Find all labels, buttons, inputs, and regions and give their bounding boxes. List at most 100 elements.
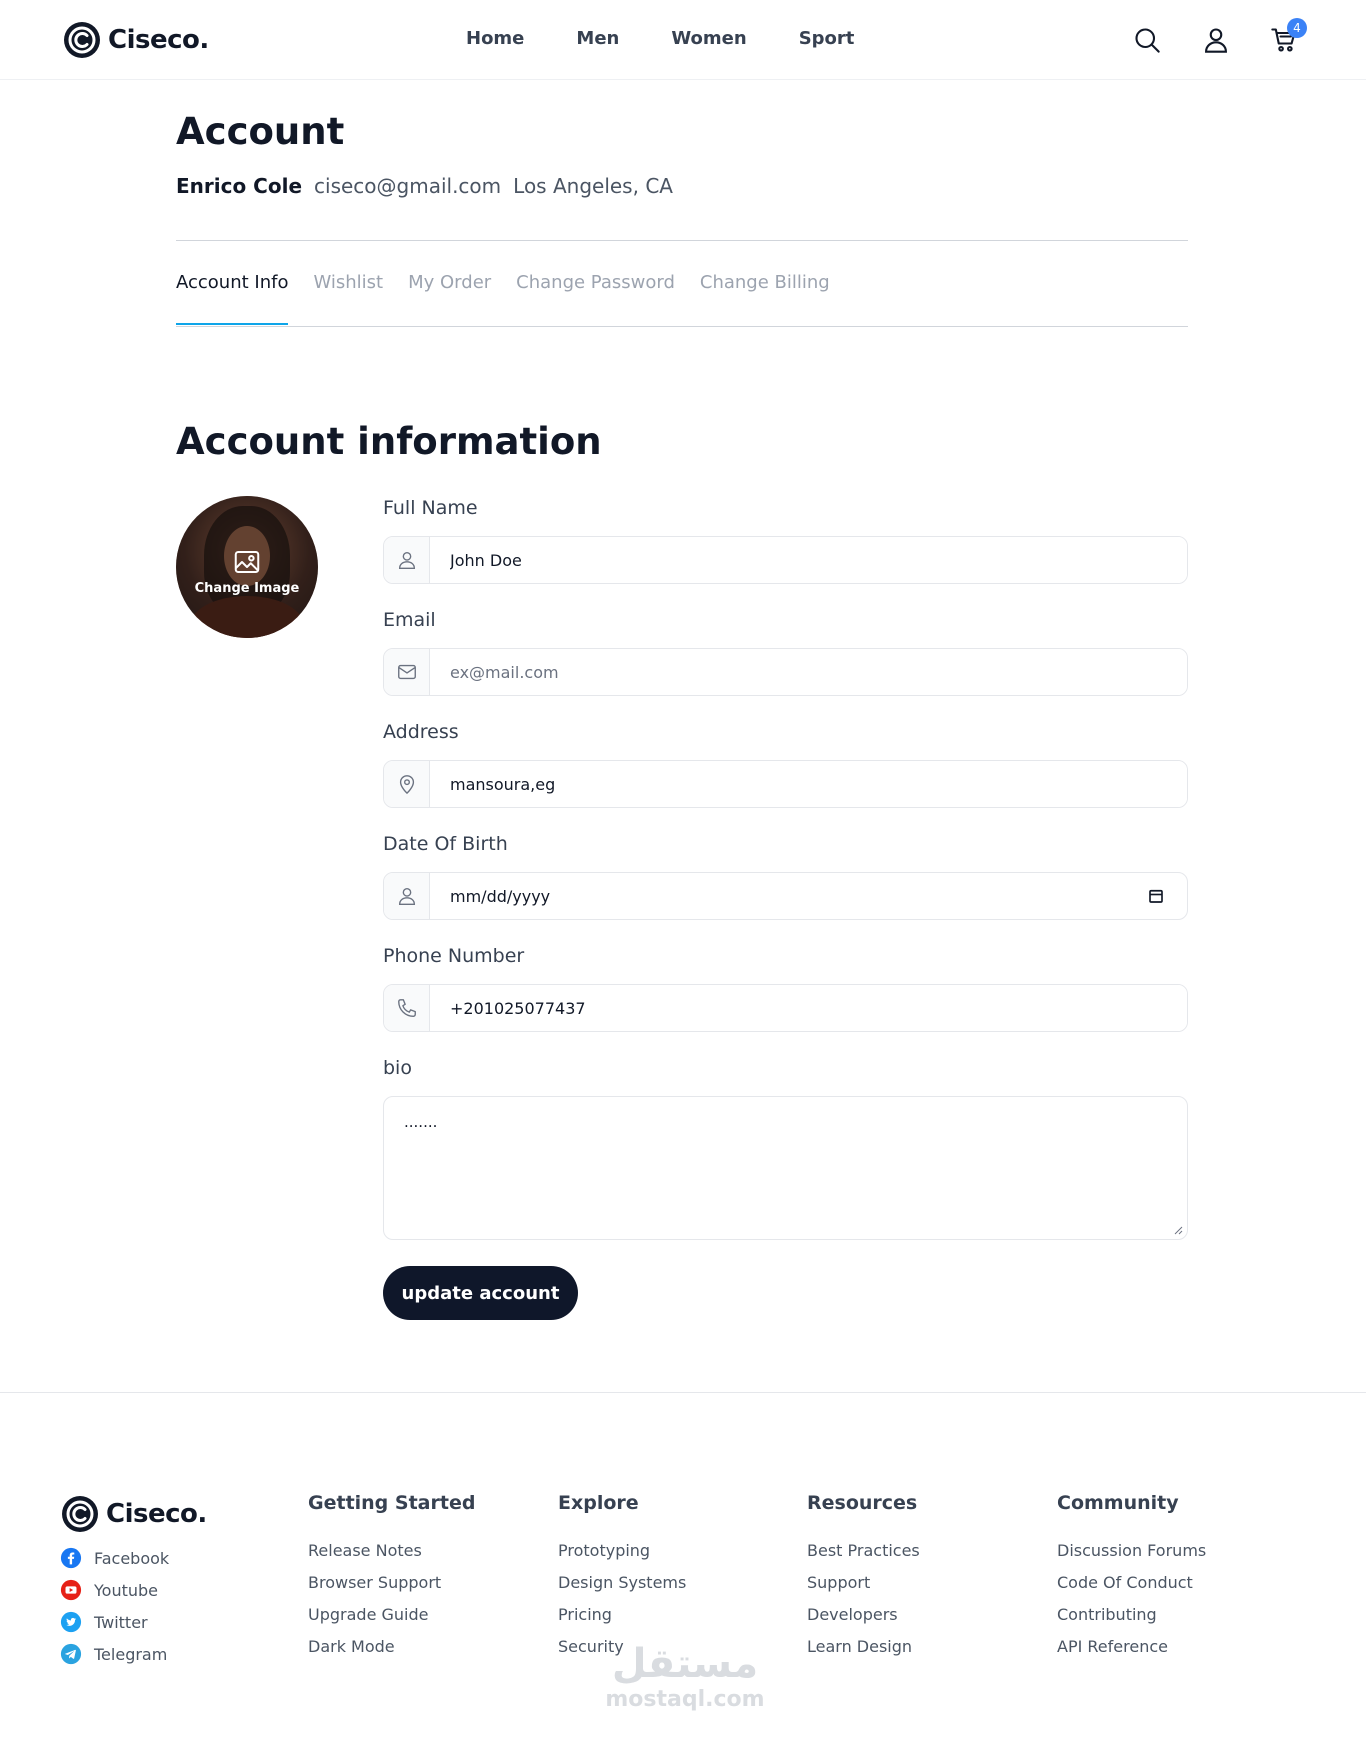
page-title: Account xyxy=(176,110,345,153)
avatar-change-image[interactable]: Change Image xyxy=(176,496,318,638)
social-telegram[interactable]: Telegram xyxy=(60,1638,169,1670)
full-name-label: Full Name xyxy=(383,497,478,519)
watermark: مستقل mostaql.com xyxy=(600,1640,770,1712)
social-facebook[interactable]: Facebook xyxy=(60,1542,169,1574)
tab-change-password[interactable]: Change Password xyxy=(516,272,675,323)
footer-divider xyxy=(0,1392,1366,1393)
address-input[interactable] xyxy=(430,761,1187,807)
input-prefix xyxy=(384,873,430,919)
watermark-arabic: مستقل xyxy=(611,1641,759,1687)
user-icon xyxy=(398,551,415,569)
brand-logo[interactable]: Ciseco. xyxy=(62,20,209,60)
dob-group: mm/dd/yyyy xyxy=(383,872,1188,920)
logo-mark-icon xyxy=(64,22,100,58)
footer-brand-name: Ciseco. xyxy=(106,1499,207,1529)
user-icon xyxy=(398,887,415,905)
user-icon[interactable] xyxy=(1202,26,1230,54)
social-facebook-label: Facebook xyxy=(94,1548,170,1568)
footer-link[interactable]: Prototyping xyxy=(558,1540,686,1572)
footer-link[interactable]: Developers xyxy=(807,1604,920,1636)
nav-women[interactable]: Women xyxy=(671,28,746,49)
update-account-button[interactable]: update account xyxy=(383,1266,578,1320)
social-twitter-label: Twitter xyxy=(94,1612,148,1632)
nav-men[interactable]: Men xyxy=(576,28,619,49)
input-prefix xyxy=(384,537,430,583)
calendar-icon[interactable] xyxy=(1147,887,1165,905)
social-telegram-label: Telegram xyxy=(94,1644,168,1664)
phone-label: Phone Number xyxy=(383,945,525,967)
footer-link[interactable]: Dark Mode xyxy=(308,1636,475,1668)
search-icon[interactable] xyxy=(1133,26,1161,54)
logo-mark-icon xyxy=(62,1496,98,1532)
footer-link[interactable]: Support xyxy=(807,1572,920,1604)
email-input[interactable] xyxy=(430,649,1187,695)
user-location: Los Angeles, CA xyxy=(513,174,673,198)
footer-col-title: Community xyxy=(1057,1492,1179,1514)
dob-label: Date Of Birth xyxy=(383,833,508,855)
footer-col-resources: Resources Best Practices Support Develop… xyxy=(807,1492,920,1668)
phone-group xyxy=(383,984,1188,1032)
brand-name: Ciseco. xyxy=(108,25,209,55)
telegram-icon xyxy=(60,1643,82,1665)
bio-textarea[interactable]: ....... xyxy=(383,1096,1188,1240)
nav-home[interactable]: Home xyxy=(466,28,524,49)
dob-input[interactable]: mm/dd/yyyy xyxy=(430,873,1187,919)
tab-wishlist[interactable]: Wishlist xyxy=(313,272,383,323)
address-label: Address xyxy=(383,721,459,743)
bio-label: bio xyxy=(383,1057,412,1079)
email-group xyxy=(383,648,1188,696)
input-prefix xyxy=(384,761,430,807)
footer-col-getting-started: Getting Started Release Notes Browser Su… xyxy=(308,1492,475,1668)
facebook-icon xyxy=(60,1547,82,1569)
footer-link[interactable]: Pricing xyxy=(558,1604,686,1636)
site-header: Ciseco. Home Men Women Sport 4 xyxy=(0,0,1366,80)
bio-text: ....... xyxy=(404,1113,438,1131)
footer-link[interactable]: API Reference xyxy=(1057,1636,1206,1668)
footer-col-community: Community Discussion Forums Code Of Cond… xyxy=(1057,1492,1206,1668)
footer-brand-logo[interactable]: Ciseco. xyxy=(60,1494,207,1534)
phone-icon xyxy=(397,999,416,1017)
email-label: Email xyxy=(383,609,436,631)
social-links: Facebook Youtube Twitter Telegram xyxy=(60,1542,169,1670)
account-tabs: Account Info Wishlist My Order Change Pa… xyxy=(176,272,855,325)
footer-link[interactable]: Code Of Conduct xyxy=(1057,1572,1206,1604)
watermark-latin: mostaql.com xyxy=(605,1687,765,1712)
footer-link[interactable]: Browser Support xyxy=(308,1572,475,1604)
footer-link[interactable]: Learn Design xyxy=(807,1636,920,1668)
full-name-input[interactable] xyxy=(430,537,1187,583)
image-icon xyxy=(234,550,260,573)
input-prefix xyxy=(384,649,430,695)
change-image-label: Change Image xyxy=(194,580,300,596)
footer-link[interactable]: Best Practices xyxy=(807,1540,920,1572)
input-prefix xyxy=(384,985,430,1031)
user-summary: Enrico Cole ciseco@gmail.com Los Angeles… xyxy=(176,174,673,198)
resize-handle-icon[interactable] xyxy=(1173,1225,1183,1235)
footer-link[interactable]: Release Notes xyxy=(308,1540,475,1572)
mail-icon xyxy=(397,664,416,680)
tabs-divider xyxy=(176,326,1188,327)
social-youtube[interactable]: Youtube xyxy=(60,1574,169,1606)
avatar-overlay: Change Image xyxy=(176,496,318,638)
footer-col-title: Explore xyxy=(558,1492,639,1514)
user-email: ciseco@gmail.com xyxy=(314,174,502,198)
user-name: Enrico Cole xyxy=(176,174,303,198)
tab-my-order[interactable]: My Order xyxy=(408,272,491,323)
nav-sport[interactable]: Sport xyxy=(799,28,855,49)
social-twitter[interactable]: Twitter xyxy=(60,1606,169,1638)
footer-link[interactable]: Contributing xyxy=(1057,1604,1206,1636)
map-pin-icon xyxy=(399,775,414,795)
footer-link[interactable]: Discussion Forums xyxy=(1057,1540,1206,1572)
full-name-group xyxy=(383,536,1188,584)
account-form: Full Name Email Address Date Of Birth mm… xyxy=(383,496,1188,1320)
footer-col-title: Getting Started xyxy=(308,1492,476,1514)
footer-link[interactable]: Upgrade Guide xyxy=(308,1604,475,1636)
cart-count-badge: 4 xyxy=(1287,18,1307,38)
dob-placeholder: mm/dd/yyyy xyxy=(450,886,551,906)
twitter-icon xyxy=(60,1611,82,1633)
phone-input[interactable] xyxy=(430,985,1187,1031)
tab-account-info[interactable]: Account Info xyxy=(176,272,289,325)
section-title: Account information xyxy=(176,420,602,463)
tab-change-billing[interactable]: Change Billing xyxy=(700,272,830,323)
divider xyxy=(176,240,1188,241)
footer-link[interactable]: Design Systems xyxy=(558,1572,686,1604)
